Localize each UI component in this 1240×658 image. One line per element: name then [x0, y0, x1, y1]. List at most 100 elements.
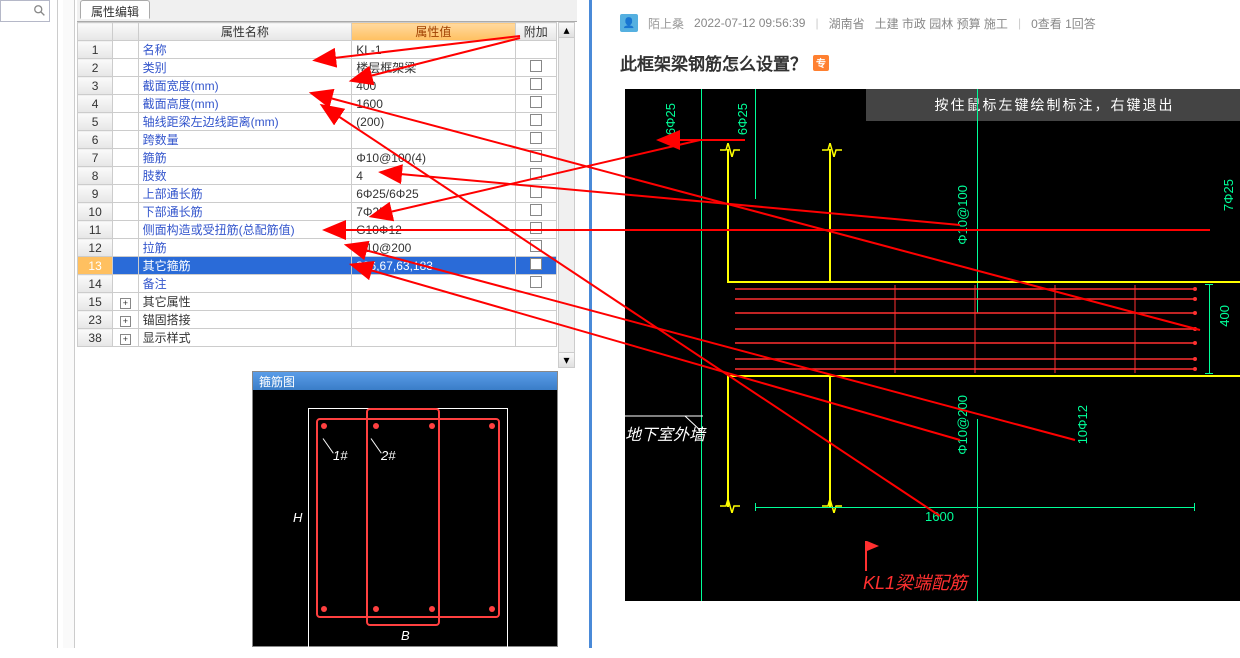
add-checkbox-cell[interactable] — [515, 239, 557, 257]
checkbox[interactable] — [530, 222, 542, 234]
avatar[interactable]: 👤 — [620, 14, 638, 32]
checkbox[interactable] — [530, 60, 542, 72]
expand-toggle — [113, 275, 138, 293]
property-value[interactable] — [352, 311, 515, 329]
table-row[interactable]: 8肢数4 — [78, 167, 557, 185]
checkbox[interactable] — [530, 114, 542, 126]
property-value[interactable]: 4 — [352, 167, 515, 185]
checkbox[interactable] — [530, 78, 542, 90]
table-row[interactable]: 14备注 — [78, 275, 557, 293]
scroll-down-button[interactable]: ▾ — [559, 352, 574, 367]
property-name: 显示样式 — [138, 329, 352, 347]
add-checkbox-cell[interactable] — [515, 113, 557, 131]
expand-toggle — [113, 95, 138, 113]
table-row[interactable]: 4截面高度(mm)1600 — [78, 95, 557, 113]
search-box[interactable] — [0, 0, 50, 22]
table-row[interactable]: 38+显示样式 — [78, 329, 557, 347]
table-row[interactable]: 13其它箍筋396,67,63,183 — [78, 257, 557, 275]
checkbox[interactable] — [530, 168, 542, 180]
add-checkbox-cell[interactable] — [515, 293, 557, 311]
checkbox[interactable] — [530, 186, 542, 198]
property-value[interactable]: 楼层框架梁 — [352, 59, 515, 77]
add-checkbox-cell[interactable] — [515, 131, 557, 149]
table-row[interactable]: 15+其它属性 — [78, 293, 557, 311]
grid-scrollbar[interactable]: ▴ ▾ — [558, 22, 575, 368]
table-row[interactable]: 10下部通长筋7Φ25 — [78, 203, 557, 221]
expand-toggle[interactable]: + — [113, 311, 138, 329]
property-value[interactable]: Φ10@200 — [352, 239, 515, 257]
property-value[interactable] — [352, 275, 515, 293]
add-checkbox-cell[interactable] — [515, 329, 557, 347]
add-checkbox-cell[interactable] — [515, 149, 557, 167]
label-b: B — [401, 628, 410, 643]
expand-toggle[interactable]: + — [113, 293, 138, 311]
checkbox[interactable] — [530, 132, 542, 144]
add-checkbox-cell[interactable] — [515, 311, 557, 329]
table-row[interactable]: 11侧面构造或受扭筋(总配筋值)G10Φ12 — [78, 221, 557, 239]
cad-hint-bar: 按住鼠标左键绘制标注，右键退出 — [866, 89, 1240, 121]
checkbox[interactable] — [530, 96, 542, 108]
add-checkbox-cell[interactable] — [515, 221, 557, 239]
scroll-up-button[interactable]: ▴ — [559, 23, 574, 38]
add-checkbox-cell[interactable] — [515, 95, 557, 113]
expand-toggle[interactable]: + — [113, 329, 138, 347]
search-input[interactable] — [1, 4, 31, 18]
property-value[interactable]: Φ10@100(4) — [352, 149, 515, 167]
row-number: 11 — [78, 221, 113, 239]
property-value[interactable]: KL-1 — [352, 41, 515, 59]
row-number: 23 — [78, 311, 113, 329]
expand-toggle — [113, 113, 138, 131]
stirrup-2 — [366, 408, 440, 626]
property-value[interactable]: 7Φ25 — [352, 203, 515, 221]
row-number: 8 — [78, 167, 113, 185]
row-number: 2 — [78, 59, 113, 77]
property-name: 其它属性 — [138, 293, 352, 311]
property-value[interactable] — [352, 131, 515, 149]
checkbox[interactable] — [530, 204, 542, 216]
property-value[interactable]: G10Φ12 — [352, 221, 515, 239]
checkbox[interactable] — [530, 240, 542, 252]
table-row[interactable]: 23+锚固搭接 — [78, 311, 557, 329]
property-name: 截面高度(mm) — [138, 95, 352, 113]
row-number: 9 — [78, 185, 113, 203]
row-number: 38 — [78, 329, 113, 347]
checkbox[interactable] — [530, 276, 542, 288]
badge-pro: 专 — [813, 55, 829, 71]
table-row[interactable]: 12拉筋Φ10@200 — [78, 239, 557, 257]
add-checkbox-cell[interactable] — [515, 167, 557, 185]
property-value[interactable]: 400 — [352, 77, 515, 95]
property-value[interactable]: (200) — [352, 113, 515, 131]
table-row[interactable]: 3截面宽度(mm)400 — [78, 77, 557, 95]
checkbox[interactable] — [530, 258, 542, 270]
add-checkbox-cell[interactable] — [515, 203, 557, 221]
property-value[interactable] — [352, 293, 515, 311]
table-row[interactable]: 2 类别楼层框架梁 — [78, 59, 557, 77]
add-checkbox-cell[interactable] — [515, 185, 557, 203]
flag-icon — [865, 541, 867, 571]
add-checkbox-cell[interactable] — [515, 275, 557, 293]
tab-property-edit[interactable]: 属性编辑 — [80, 0, 150, 19]
post-location: 湖南省 — [829, 15, 865, 32]
property-name: 类别 — [138, 59, 352, 77]
search-icon — [33, 4, 47, 18]
property-value[interactable]: 396,67,63,183 — [352, 257, 515, 275]
col-name-header: 属性名称 — [138, 23, 352, 41]
checkbox[interactable] — [530, 150, 542, 162]
table-row[interactable]: 1名称KL-1 — [78, 41, 557, 59]
property-value[interactable]: 1600 — [352, 95, 515, 113]
table-row[interactable]: 5轴线距梁左边线距离(mm)(200) — [78, 113, 557, 131]
property-value[interactable] — [352, 329, 515, 347]
property-value[interactable]: 6Φ25/6Φ25 — [352, 185, 515, 203]
add-checkbox-cell[interactable] — [515, 77, 557, 95]
table-row[interactable]: 9上部通长筋6Φ25/6Φ25 — [78, 185, 557, 203]
row-number: 1 — [78, 41, 113, 59]
table-row[interactable]: 6跨数量 — [78, 131, 557, 149]
username[interactable]: 陌上桑 — [648, 15, 684, 32]
add-checkbox-cell[interactable] — [515, 59, 557, 77]
stirrup-diagram-panel: 箍筋图 1# 2# H B — [252, 371, 558, 647]
add-checkbox-cell[interactable] — [515, 41, 557, 59]
cad-drawing[interactable]: 按住鼠标左键绘制标注，右键退出 — [625, 89, 1240, 601]
cad-dim-w: 1600 — [925, 509, 954, 524]
add-checkbox-cell[interactable] — [515, 257, 557, 275]
table-row[interactable]: 7箍筋Φ10@100(4) — [78, 149, 557, 167]
